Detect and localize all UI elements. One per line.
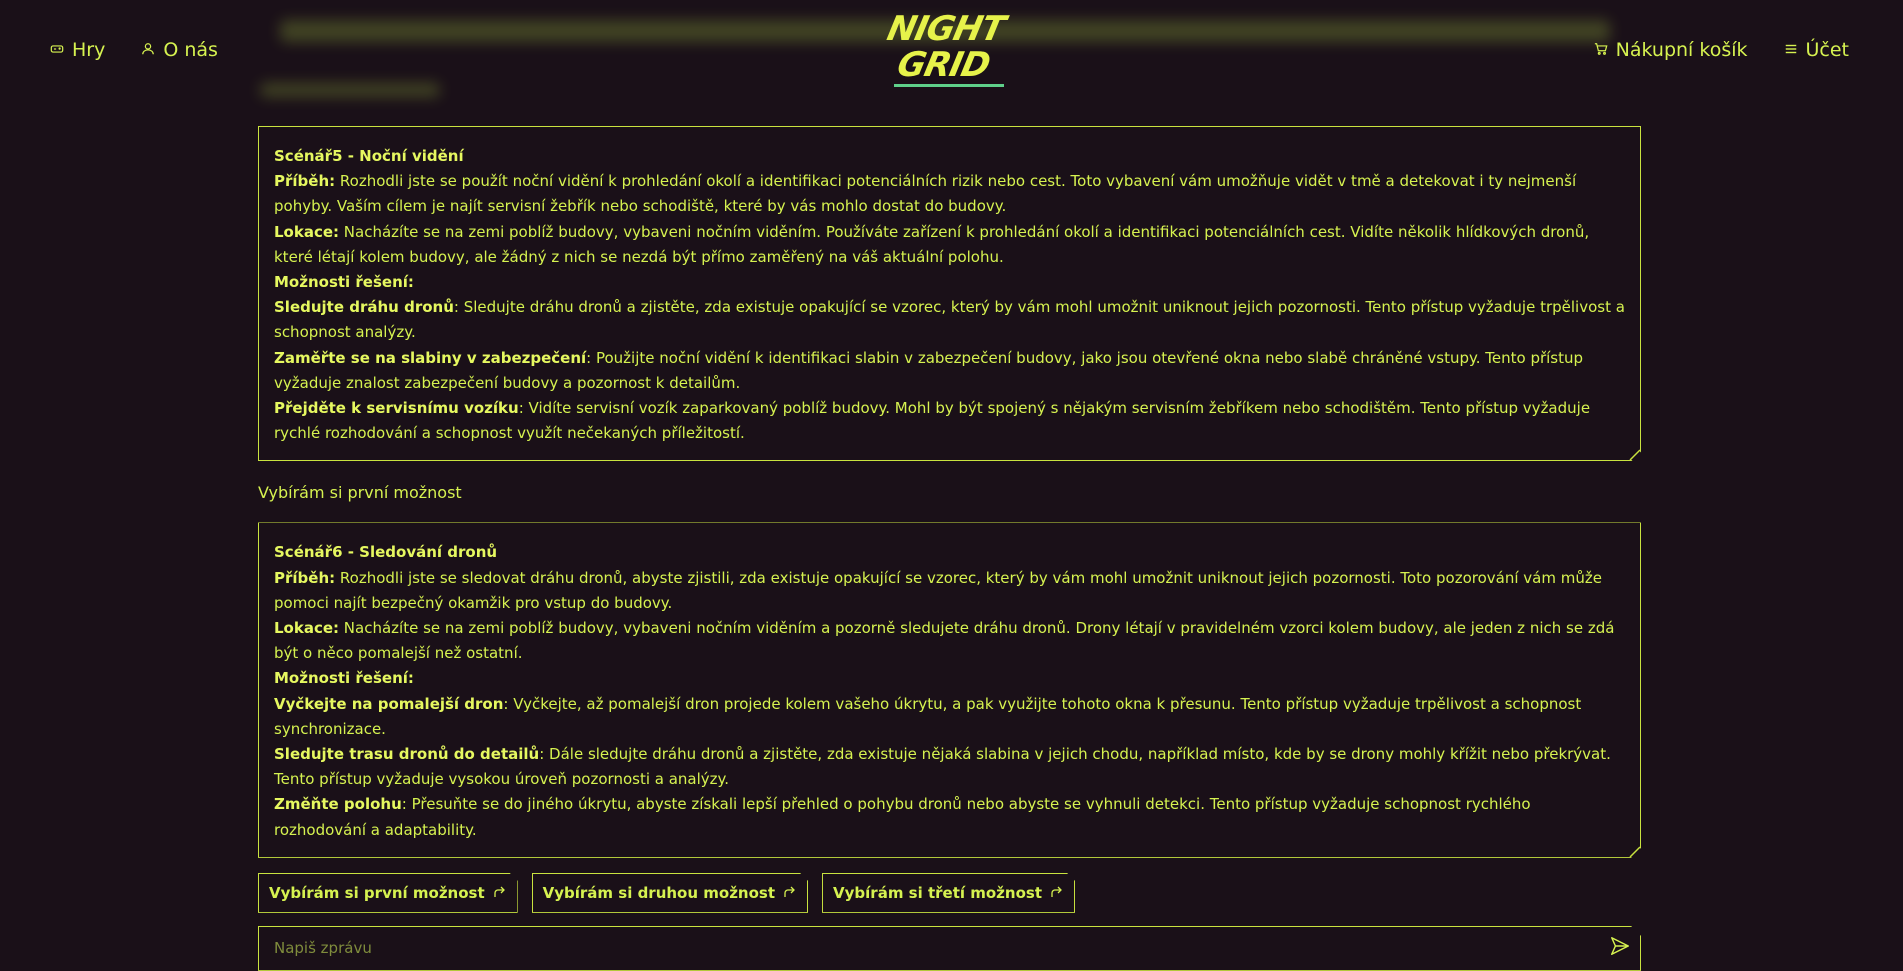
reply-arrow-icon	[493, 884, 505, 902]
option-label: Sledujte dráhu dronů	[274, 298, 454, 317]
story-text: Rozhodli jste se použít noční vidění k p…	[274, 172, 1577, 216]
nav-right: Nákupní košík Účet	[1594, 39, 1849, 61]
message-input[interactable]	[259, 939, 1600, 957]
reply-arrow-icon	[1050, 884, 1062, 902]
option-text: : Přesuňte se do jiného úkrytu, abyste z…	[274, 795, 1531, 839]
user-message: Vybírám si první možnost	[258, 483, 462, 503]
option-text: : Sledujte dráhu dronů a zjistěte, zda e…	[274, 298, 1625, 342]
location-text: Nacházíte se na zemi poblíž budovy, vyba…	[274, 619, 1615, 663]
nav-games-link[interactable]: Hry	[50, 39, 105, 61]
cart-icon	[1594, 39, 1608, 61]
scenario-title: Scénář6 - Sledování dronů	[274, 543, 498, 562]
option-label: Vyčkejte na pomalejší dron	[274, 694, 504, 713]
nav-left: Hry O nás	[50, 39, 218, 61]
nav-cart-label: Nákupní košík	[1615, 39, 1748, 61]
menu-icon	[1784, 39, 1798, 61]
scenario-card: Scénář6 - Sledování dronů Příběh: Rozhod…	[258, 522, 1641, 857]
option-label: Změňte polohu	[274, 795, 402, 814]
location-label: Lokace:	[274, 619, 340, 638]
options-label: Možnosti řešení:	[274, 669, 414, 688]
story-text: Rozhodli jste se sledovat dráhu dronů, a…	[274, 568, 1602, 612]
choice-buttons: Vybírám si první možnost Vybírám si druh…	[258, 873, 1641, 913]
nav-account-label: Účet	[1805, 39, 1850, 61]
options-label: Možnosti řešení:	[274, 273, 414, 292]
nav-games-label: Hry	[72, 39, 106, 61]
send-icon	[1609, 935, 1631, 961]
nav-account-link[interactable]: Účet	[1784, 39, 1850, 61]
story-label: Příběh:	[274, 172, 336, 191]
scenario-card: Scénář5 - Noční vidění Příběh: Rozhodli …	[258, 126, 1641, 461]
location-label: Lokace:	[274, 222, 340, 241]
option-label: Zaměřte se na slabiny v zabezpečení	[274, 348, 587, 367]
choice-button-label: Vybírám si druhou možnost	[542, 883, 776, 902]
logo-line2: GRID	[893, 45, 994, 85]
user-icon	[141, 39, 155, 61]
scenario-title: Scénář5 - Noční vidění	[274, 147, 464, 165]
nav-about-label: O nás	[163, 39, 218, 61]
story-label: Příběh:	[274, 568, 336, 587]
location-text: Nacházíte se na zemi poblíž budovy, vyba…	[274, 222, 1590, 266]
gamepad-icon	[50, 39, 64, 61]
logo-line1: NIGHT	[883, 9, 1008, 49]
choice-button-label: Vybírám si třetí možnost	[833, 883, 1042, 902]
card-corner	[1626, 446, 1640, 460]
nightgrid-logo[interactable]: NIGHT GRID	[883, 9, 1016, 94]
choice-button-third[interactable]: Vybírám si třetí možnost	[822, 873, 1075, 913]
option-label: Sledujte trasu dronů do detailů	[274, 745, 540, 764]
choice-button-first[interactable]: Vybírám si první možnost	[258, 873, 518, 913]
nav-cart-link[interactable]: Nákupní košík	[1594, 39, 1748, 61]
choice-button-second[interactable]: Vybírám si druhou možnost	[532, 873, 808, 913]
chat-area: Scénář5 - Noční vidění Příběh: Rozhodli …	[258, 126, 1641, 971]
message-input-box	[258, 926, 1641, 971]
choice-button-label: Vybírám si první možnost	[269, 883, 485, 902]
nav-about-link[interactable]: O nás	[141, 39, 218, 61]
send-button[interactable]	[1600, 928, 1640, 968]
top-bar: Hry O nás NIGHT GRID Nákupní košík Účet	[0, 0, 1903, 100]
option-label: Přejděte k servisnímu vozíku	[274, 399, 519, 418]
reply-arrow-icon	[783, 884, 795, 902]
card-corner	[1626, 843, 1640, 857]
logo-underline	[894, 84, 1004, 87]
